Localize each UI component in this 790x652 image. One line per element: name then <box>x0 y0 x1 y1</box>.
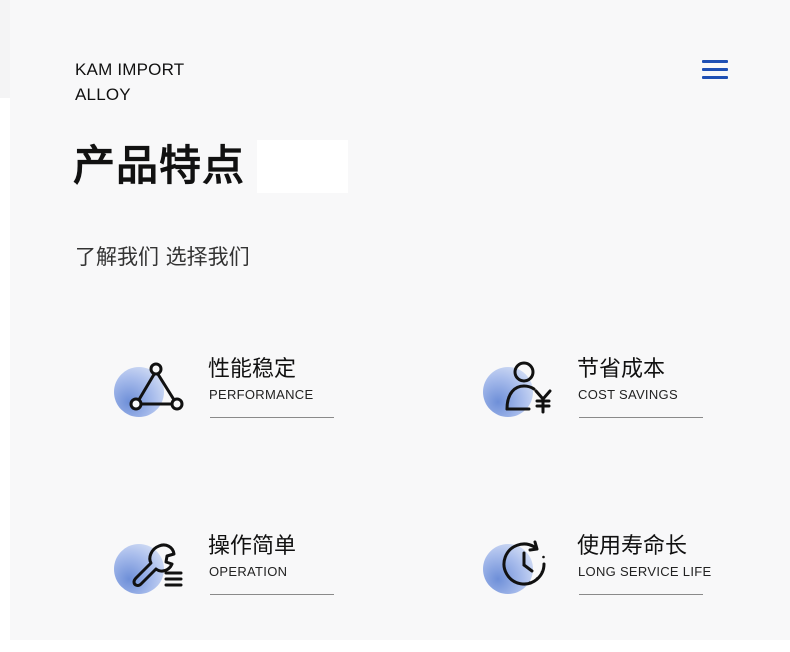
feature-operation: 操作简单 OPERATION <box>112 532 412 622</box>
user-yen-icon <box>495 357 555 417</box>
feature-title: 性能稳定 <box>208 357 297 382</box>
feature-title: 节省成本 <box>577 357 666 382</box>
feature-divider <box>579 594 703 595</box>
feature-performance: 性能稳定 PERFORMANCE <box>112 355 412 445</box>
feature-subtitle: LONG SERVICE LIFE <box>578 564 712 579</box>
triangle-nodes-icon <box>126 357 186 417</box>
page-subtitle: 了解我们 选择我们 <box>75 245 250 269</box>
feature-subtitle: PERFORMANCE <box>209 387 314 402</box>
title-highlight-box <box>257 140 348 193</box>
brand-line-2: ALLOY <box>75 85 131 104</box>
feature-cost-savings: 节省成本 COST SAVINGS <box>481 355 781 445</box>
feature-long-service-life: 使用寿命长 LONG SERVICE LIFE <box>481 532 781 622</box>
feature-title: 使用寿命长 <box>577 534 688 559</box>
page-title: 产品特点 <box>73 141 246 190</box>
feature-subtitle: COST SAVINGS <box>578 387 678 402</box>
feature-divider <box>210 594 334 595</box>
brand-logo[interactable]: KAM IMPORT ALLOY <box>75 57 275 107</box>
feature-subtitle: OPERATION <box>209 564 288 579</box>
feature-divider <box>210 417 334 418</box>
brand-line-1: KAM IMPORT <box>75 60 185 79</box>
feature-divider <box>579 417 703 418</box>
wrench-list-icon <box>126 534 186 594</box>
feature-title: 操作简单 <box>208 534 297 559</box>
top-edge-stripe <box>0 0 10 98</box>
clock-icon <box>495 534 555 594</box>
hamburger-menu-icon[interactable] <box>700 58 730 82</box>
